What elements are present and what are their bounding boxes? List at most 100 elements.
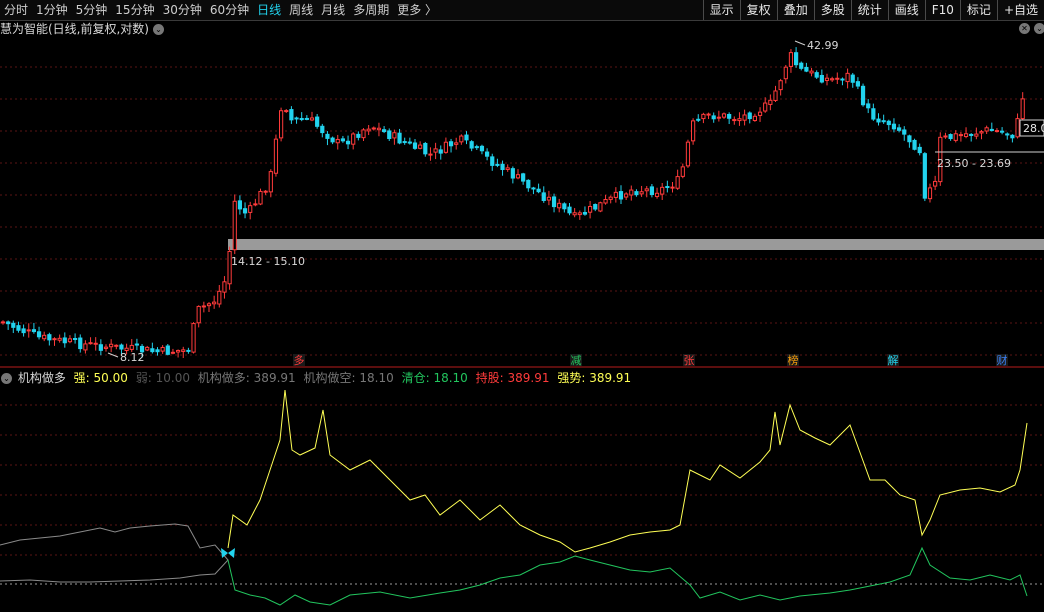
candle-body-81 — [418, 144, 423, 149]
candle-body-54 — [279, 110, 284, 139]
candle-body-31 — [160, 346, 165, 352]
candle-body-79 — [407, 141, 412, 144]
candle-body-112 — [577, 212, 582, 216]
candle-body-32 — [165, 345, 170, 355]
candle-body-190 — [979, 131, 984, 134]
candle-body-194 — [1000, 130, 1005, 133]
candle-body-148 — [763, 102, 768, 112]
candle-body-155 — [799, 62, 804, 69]
candle-body-105 — [541, 192, 546, 201]
candle-body-96 — [495, 163, 500, 166]
candle-body-26 — [134, 343, 140, 346]
candle-body-5 — [26, 329, 31, 332]
candle-body-87 — [448, 141, 454, 147]
candle-body-164 — [845, 72, 850, 83]
candle-body-191 — [984, 127, 989, 132]
candle-body-101 — [521, 173, 526, 182]
event-marker-0[interactable]: 多 — [293, 353, 305, 367]
candle-body-22 — [114, 344, 119, 347]
indicator-pane — [0, 389, 1028, 606]
candle-body-9 — [47, 334, 52, 341]
candle-body-117 — [603, 198, 608, 204]
candle-body-152 — [783, 66, 788, 80]
candle-body-86 — [443, 141, 448, 153]
candle-body-40 — [206, 303, 212, 307]
candle-body-189 — [974, 133, 979, 137]
candle-body-168 — [866, 103, 871, 109]
event-marker-label-2: 张 — [684, 354, 695, 367]
candle-body-13 — [67, 338, 73, 343]
candle-body-134 — [691, 120, 696, 142]
candle-body-162 — [835, 77, 840, 80]
candle-body-37 — [191, 323, 196, 353]
candle-body-107 — [551, 196, 557, 208]
event-marker-2[interactable]: 张 — [683, 354, 695, 367]
candle-body-179 — [922, 153, 927, 199]
candle-body-111 — [572, 212, 577, 216]
event-marker-3[interactable]: 榜 — [787, 353, 799, 367]
candle-body-18 — [93, 342, 98, 345]
candle-body-76 — [392, 132, 397, 139]
candle-body-174 — [897, 127, 902, 131]
candle-body-95 — [490, 156, 495, 166]
candle-body-166 — [855, 81, 860, 87]
event-marker-label-5: 财 — [997, 353, 1008, 367]
candle-body-41 — [212, 301, 217, 305]
candle-body-46 — [237, 200, 243, 210]
candle-body-116 — [598, 202, 603, 212]
candle-body-74 — [382, 129, 387, 133]
candle-body-188 — [969, 133, 974, 136]
candle-body-140 — [721, 113, 727, 118]
candle-body-88 — [454, 142, 459, 145]
candle-body-125 — [644, 188, 649, 192]
candle-body-59 — [304, 117, 309, 120]
candle-body-115 — [593, 204, 598, 210]
candle-body-1 — [6, 321, 11, 325]
candle-body-146 — [752, 115, 757, 121]
candle-body-90 — [464, 134, 469, 141]
candle-body-119 — [613, 191, 618, 198]
institution-short-line — [0, 523, 229, 583]
candle-body-39 — [201, 305, 206, 308]
candle-body-122 — [629, 189, 634, 196]
candle-body-2 — [11, 322, 16, 328]
candle-body-153 — [788, 52, 794, 67]
candle-body-113 — [582, 211, 588, 215]
event-marker-1[interactable]: 减 — [570, 354, 582, 367]
candle-body-55 — [284, 110, 289, 113]
candle-body-77 — [397, 132, 402, 144]
candle-body-53 — [273, 138, 279, 174]
candle-body-43 — [222, 281, 227, 293]
candle-body-175 — [902, 129, 907, 135]
event-marker-5[interactable]: 财 — [996, 353, 1008, 367]
candle-body-177 — [912, 139, 917, 150]
candle-body-93 — [479, 145, 485, 152]
candle-body-173 — [891, 123, 897, 130]
candle-body-47 — [242, 208, 248, 214]
candle-body-124 — [639, 191, 644, 195]
candle-body-186 — [958, 134, 963, 137]
candle-body-72 — [371, 127, 376, 130]
candle-body-6 — [31, 329, 36, 333]
current-price-label: 28.0 — [1023, 122, 1044, 135]
candle-body-154 — [794, 52, 799, 66]
candle-body-144 — [742, 114, 747, 121]
candle-body-103 — [531, 187, 536, 190]
kline-chart[interactable]: 42.99 8.12 23.50 - 23.69 14.12 - 15.10 2… — [0, 0, 1044, 612]
candle-body-136 — [701, 113, 706, 120]
candle-body-71 — [366, 128, 371, 132]
butterfly-signal-icon — [221, 548, 235, 558]
price-labels: 42.99 8.12 23.50 - 23.69 14.12 - 15.10 2… — [107, 39, 1044, 364]
event-marker-label-3: 榜 — [788, 353, 799, 367]
candle-body-145 — [747, 112, 752, 120]
candle-body-60 — [309, 117, 315, 121]
candle-body-100 — [515, 174, 521, 179]
candle-body-126 — [649, 186, 654, 195]
candle-body-75 — [387, 130, 392, 140]
candle-body-150 — [773, 90, 778, 101]
event-marker-4[interactable]: 解 — [887, 353, 899, 367]
candle-body-23 — [119, 344, 124, 350]
candle-body-78 — [402, 141, 407, 144]
candle-body-38 — [196, 305, 201, 324]
candle-body-48 — [248, 205, 253, 213]
